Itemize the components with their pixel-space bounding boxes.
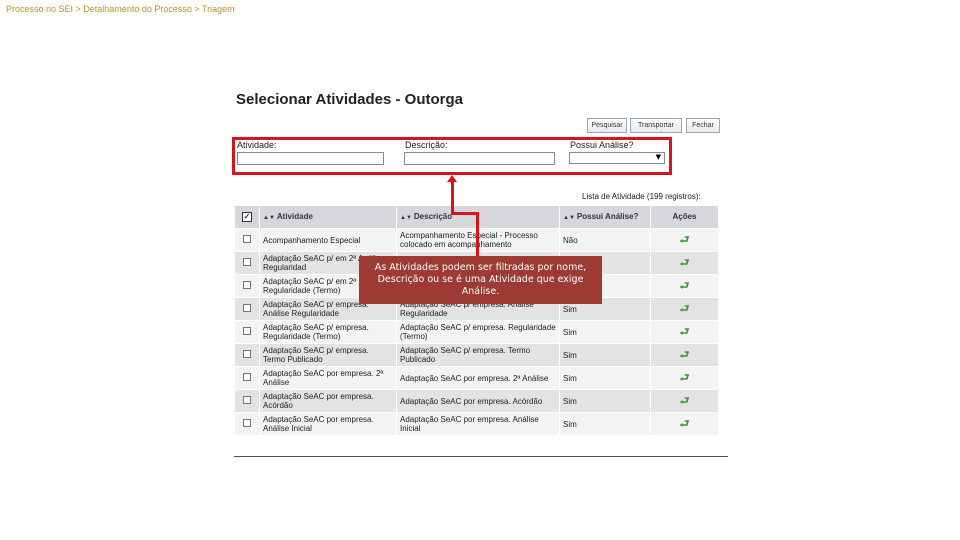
row-checkbox-cell[interactable] xyxy=(234,343,260,367)
table-row: Adaptação SeAC p/ empresa. Regularidade … xyxy=(234,320,719,344)
row-checkbox-cell[interactable] xyxy=(234,274,260,298)
row-activity: Adaptação SeAC por empresa. 2ª Análise xyxy=(259,366,397,390)
row-actions: ⮐ xyxy=(650,297,719,321)
row-checkbox-cell[interactable] xyxy=(234,297,260,321)
sort-icon[interactable]: ▲▼ xyxy=(563,215,575,221)
row-checkbox[interactable] xyxy=(243,327,251,335)
select-arrow-icon[interactable]: ⮐ xyxy=(654,395,715,406)
row-actions: ⮐ xyxy=(650,320,719,344)
sort-icon[interactable]: ▲▼ xyxy=(263,215,275,221)
row-actions: ⮐ xyxy=(650,251,719,275)
checkbox-checked-icon[interactable]: ✓ xyxy=(242,212,252,222)
row-checkbox-cell[interactable] xyxy=(234,320,260,344)
arrow-up-icon xyxy=(447,175,457,182)
column-header-analysis-label: Possui Análise? xyxy=(576,211,639,221)
row-checkbox[interactable] xyxy=(243,396,251,404)
table-row: Adaptação SeAC por empresa. Acórdão Adap… xyxy=(234,389,719,413)
select-arrow-icon[interactable]: ⮐ xyxy=(654,349,715,360)
row-analysis: Sim xyxy=(559,412,651,436)
row-description: Adaptação SeAC p/ empresa. Regularidade … xyxy=(396,320,560,344)
callout-connector xyxy=(476,212,479,256)
row-description: Adaptação SeAC por empresa. Análise Inic… xyxy=(396,412,560,436)
row-checkbox-cell[interactable] xyxy=(234,412,260,436)
sort-icon[interactable]: ▲▼ xyxy=(400,215,412,221)
close-button[interactable]: Fechar xyxy=(686,118,720,133)
column-header-description-label: Descrição xyxy=(413,211,453,221)
row-actions: ⮐ xyxy=(650,366,719,390)
select-arrow-icon[interactable]: ⮐ xyxy=(654,280,715,291)
table-bottom-divider xyxy=(234,456,728,457)
column-header-actions-label: Ações xyxy=(672,212,697,221)
row-checkbox[interactable] xyxy=(243,235,251,243)
row-description: Adaptação SeAC por empresa. 2ª Análise xyxy=(396,366,560,390)
row-activity: Adaptação SeAC por empresa. Análise Inic… xyxy=(259,412,397,436)
row-analysis: Sim xyxy=(559,389,651,413)
select-arrow-icon[interactable]: ⮐ xyxy=(654,372,715,383)
row-description: Adaptação SeAC por empresa. Acórdão xyxy=(396,389,560,413)
row-checkbox[interactable] xyxy=(243,281,251,289)
row-checkbox[interactable] xyxy=(243,350,251,358)
row-analysis: Não xyxy=(559,228,651,252)
list-caption: Lista de Atividade (199 registros): xyxy=(582,192,701,201)
page-title: Selecionar Atividades - Outorga xyxy=(236,91,463,108)
row-checkbox[interactable] xyxy=(243,419,251,427)
transport-button[interactable]: Transportar xyxy=(630,118,682,133)
row-actions: ⮐ xyxy=(650,343,719,367)
callout-connector xyxy=(451,178,454,214)
row-actions: ⮐ xyxy=(650,274,719,298)
row-actions: ⮐ xyxy=(650,412,719,436)
row-activity: Acompanhamento Especial xyxy=(259,228,397,252)
annotation-callout: As Atividades podem ser filtradas por no… xyxy=(359,256,602,304)
row-checkbox[interactable] xyxy=(243,373,251,381)
column-header-actions: Ações xyxy=(650,205,719,229)
select-arrow-icon[interactable]: ⮐ xyxy=(654,326,715,337)
column-header-analysis[interactable]: ▲▼ Possui Análise? xyxy=(559,205,651,229)
select-arrow-icon[interactable]: ⮐ xyxy=(654,257,715,268)
breadcrumb: Processo no SEI > Detalhamento do Proces… xyxy=(6,4,235,14)
table-row: Adaptação SeAC por empresa. 2ª Análise A… xyxy=(234,366,719,390)
row-checkbox[interactable] xyxy=(243,304,251,312)
row-analysis: Sim xyxy=(559,366,651,390)
row-checkbox-cell[interactable] xyxy=(234,228,260,252)
select-arrow-icon[interactable]: ⮐ xyxy=(654,303,715,314)
select-arrow-icon[interactable]: ⮐ xyxy=(654,234,715,245)
row-checkbox-cell[interactable] xyxy=(234,251,260,275)
select-arrow-icon[interactable]: ⮐ xyxy=(654,418,715,429)
row-activity: Adaptação SeAC p/ empresa. Termo Publica… xyxy=(259,343,397,367)
row-checkbox-cell[interactable] xyxy=(234,389,260,413)
row-actions: ⮐ xyxy=(650,389,719,413)
row-analysis: Sim xyxy=(559,320,651,344)
row-actions: ⮐ xyxy=(650,228,719,252)
row-activity: Adaptação SeAC p/ empresa. Regularidade … xyxy=(259,320,397,344)
filter-highlight-box xyxy=(232,137,672,175)
table-row: Adaptação SeAC por empresa. Análise Inic… xyxy=(234,412,719,436)
row-activity: Adaptação SeAC por empresa. Acórdão xyxy=(259,389,397,413)
callout-connector xyxy=(451,212,479,215)
column-header-activity[interactable]: ▲▼ Atividade xyxy=(259,205,397,229)
row-checkbox-cell[interactable] xyxy=(234,366,260,390)
row-analysis: Sim xyxy=(559,343,651,367)
search-button[interactable]: Pesquisar xyxy=(587,118,627,133)
column-header-activity-label: Atividade xyxy=(276,211,313,221)
row-checkbox[interactable] xyxy=(243,258,251,266)
select-all-cell[interactable]: ✓ xyxy=(234,205,260,229)
table-row: Adaptação SeAC p/ empresa. Termo Publica… xyxy=(234,343,719,367)
row-description: Adaptação SeAC p/ empresa. Termo Publica… xyxy=(396,343,560,367)
